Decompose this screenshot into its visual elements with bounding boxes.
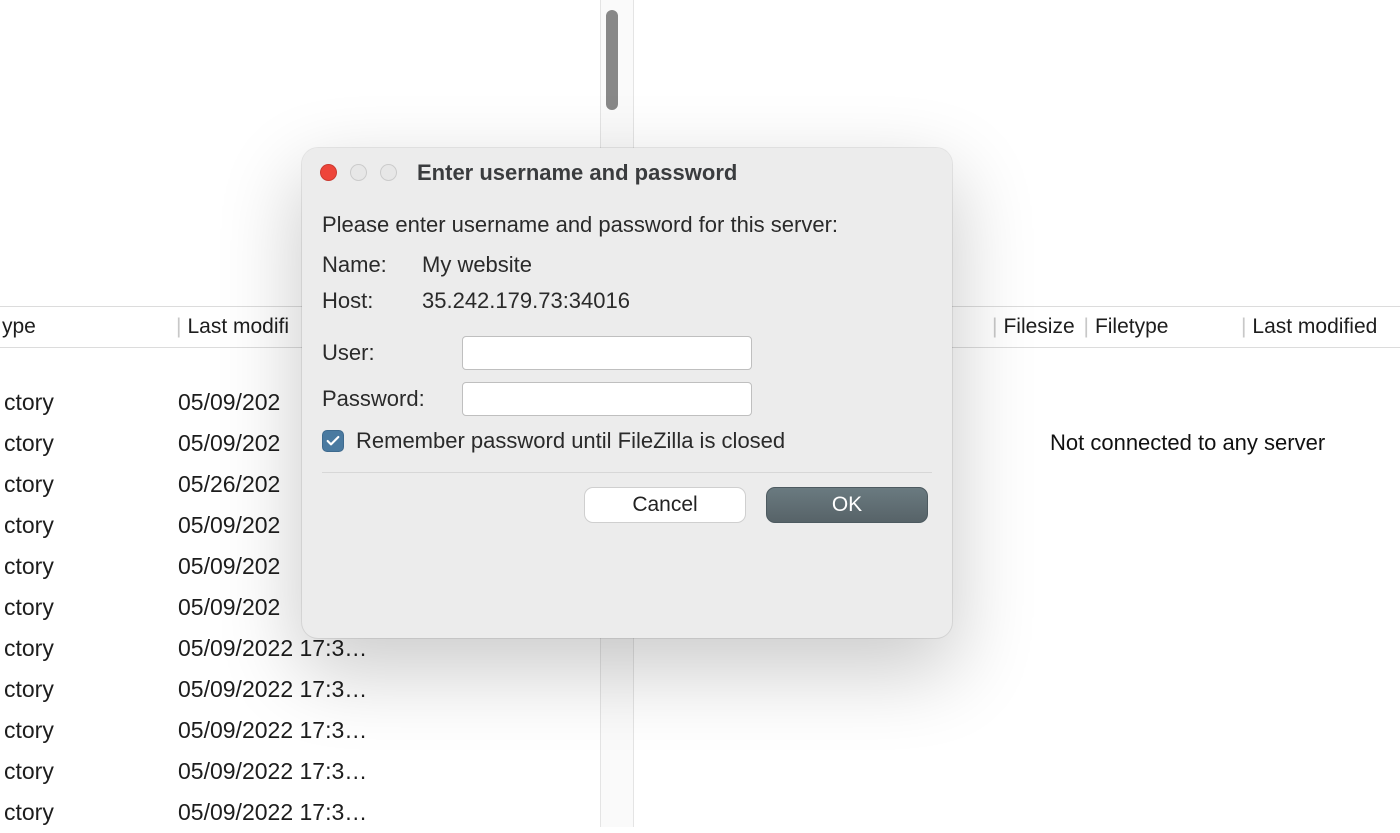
cell-filetype: ctory bbox=[0, 635, 178, 662]
dialog-prompt: Please enter username and password for t… bbox=[322, 212, 932, 238]
cell-filetype: ctory bbox=[0, 430, 178, 457]
cancel-button[interactable]: Cancel bbox=[584, 487, 746, 523]
remember-label: Remember password until FileZilla is clo… bbox=[356, 428, 785, 454]
cell-filetype: ctory bbox=[0, 389, 178, 416]
minimize-icon bbox=[350, 164, 367, 181]
cell-filetype: ctory bbox=[0, 553, 178, 580]
table-row[interactable]: ctory05/09/2022 17:3… bbox=[0, 710, 600, 751]
cell-filetype: ctory bbox=[0, 471, 178, 498]
col-separator: | bbox=[1239, 315, 1248, 339]
zoom-icon bbox=[380, 164, 397, 181]
col-separator: | bbox=[1081, 315, 1090, 339]
traffic-lights bbox=[302, 164, 397, 181]
close-icon[interactable] bbox=[320, 164, 337, 181]
col-filesize[interactable]: Filesize bbox=[999, 315, 1081, 339]
scrollbar-thumb[interactable] bbox=[606, 10, 618, 110]
cell-last-modified: 05/09/2022 17:3… bbox=[178, 676, 588, 703]
user-label: User: bbox=[322, 340, 462, 366]
host-value: 35.242.179.73:34016 bbox=[422, 288, 932, 314]
remote-status-message: Not connected to any server bbox=[1050, 430, 1325, 456]
table-row[interactable]: ctory05/09/2022 17:3… bbox=[0, 669, 600, 710]
auth-dialog: Enter username and password Please enter… bbox=[302, 148, 952, 638]
table-row[interactable]: ctory05/09/2022 17:3… bbox=[0, 751, 600, 792]
cell-last-modified: 05/09/2022 17:3… bbox=[178, 758, 588, 785]
user-input[interactable] bbox=[462, 336, 752, 370]
remember-checkbox[interactable] bbox=[322, 430, 344, 452]
col-separator: | bbox=[990, 315, 999, 339]
ok-button[interactable]: OK bbox=[766, 487, 928, 523]
cell-filetype: ctory bbox=[0, 799, 178, 826]
col-separator: | bbox=[174, 315, 183, 339]
name-value: My website bbox=[422, 252, 932, 278]
host-label: Host: bbox=[322, 288, 422, 314]
cell-filetype: ctory bbox=[0, 594, 178, 621]
dialog-title: Enter username and password bbox=[397, 160, 952, 186]
cell-filetype: ctory bbox=[0, 717, 178, 744]
cell-filetype: ctory bbox=[0, 676, 178, 703]
cell-last-modified: 05/09/2022 17:3… bbox=[178, 717, 588, 744]
dialog-titlebar[interactable]: Enter username and password bbox=[302, 148, 952, 198]
col-type[interactable]: ype bbox=[0, 315, 174, 339]
cell-last-modified: 05/09/2022 17:3… bbox=[178, 799, 588, 826]
col-last-modified[interactable]: Last modified bbox=[1248, 315, 1400, 339]
cell-filetype: ctory bbox=[0, 512, 178, 539]
cell-filetype: ctory bbox=[0, 758, 178, 785]
password-input[interactable] bbox=[462, 382, 752, 416]
dialog-body: Please enter username and password for t… bbox=[302, 198, 952, 523]
name-label: Name: bbox=[322, 252, 422, 278]
password-label: Password: bbox=[322, 386, 462, 412]
col-filetype[interactable]: Filetype bbox=[1091, 315, 1239, 339]
check-icon bbox=[325, 433, 341, 449]
dialog-separator bbox=[322, 472, 932, 473]
cell-last-modified: 05/09/2022 17:3… bbox=[178, 635, 588, 662]
